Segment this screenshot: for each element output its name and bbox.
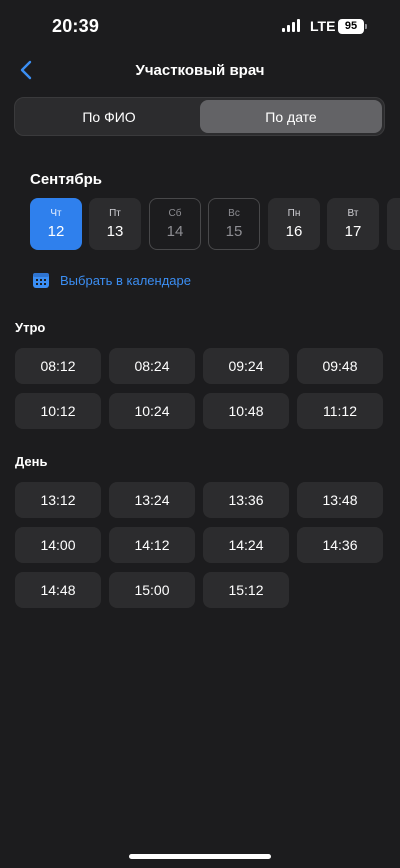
choose-in-calendar-link[interactable]: Выбрать в календаре: [32, 269, 191, 291]
section-title-day: День: [15, 454, 48, 469]
day-weekday: Пн: [287, 208, 301, 219]
day-item[interactable]: Чт 12: [30, 198, 82, 250]
page-title: Участковый врач: [135, 62, 265, 79]
time-slot[interactable]: 13:12: [15, 482, 101, 518]
home-indicator[interactable]: [129, 854, 271, 859]
time-slot[interactable]: 11:12: [297, 393, 383, 429]
calendar-link-label: Выбрать в календаре: [60, 272, 191, 288]
day-item: Вс 15: [208, 198, 260, 250]
time-slot[interactable]: 13:36: [203, 482, 289, 518]
time-slot[interactable]: 09:48: [297, 348, 383, 384]
day-weekday: Вс: [228, 208, 240, 219]
status-time: 20:39: [52, 16, 100, 36]
day-item[interactable]: Пн 16: [268, 198, 320, 250]
time-slot[interactable]: 10:24: [109, 393, 195, 429]
search-mode-segmented-control: По ФИО По дате: [14, 97, 385, 136]
battery-level: 95: [344, 20, 358, 32]
time-slot[interactable]: 08:24: [109, 348, 195, 384]
time-slot[interactable]: 13:48: [297, 482, 383, 518]
day-picker: Чт 12 Пт 13 Сб 14 Вс 15 Пн 16 Вт 17: [30, 198, 400, 250]
time-slot[interactable]: 14:12: [109, 527, 195, 563]
time-slot[interactable]: 13:24: [109, 482, 195, 518]
day-number: 17: [344, 223, 362, 240]
time-slot[interactable]: 08:12: [15, 348, 101, 384]
day-weekday: Вт: [347, 208, 359, 219]
segment-by-name[interactable]: По ФИО: [18, 100, 200, 133]
day-number: 14: [166, 223, 184, 240]
day-number: 13: [106, 223, 124, 240]
month-title: Сентябрь: [30, 171, 102, 188]
day-item[interactable]: Вт 17: [327, 198, 379, 250]
day-number: 16: [285, 223, 303, 240]
morning-slots: 08:12 08:24 09:24 09:48 10:12 10:24 10:4…: [15, 348, 385, 430]
battery-icon: 95: [338, 19, 367, 34]
time-slot[interactable]: 15:00: [109, 572, 195, 608]
section-title-morning: Утро: [15, 320, 46, 335]
day-slots: 13:12 13:24 13:36 13:48 14:00 14:12 14:2…: [15, 482, 385, 609]
calendar-icon: [33, 273, 49, 288]
day-item[interactable]: Пт 13: [89, 198, 141, 250]
time-slot[interactable]: 14:24: [203, 527, 289, 563]
day-weekday: Чт: [50, 208, 62, 219]
day-item: Сб 14: [149, 198, 201, 250]
network-type: LTE: [310, 18, 336, 34]
day-number: 15: [225, 223, 243, 240]
day-number: 12: [47, 223, 65, 240]
time-slot[interactable]: 14:00: [15, 527, 101, 563]
day-item-partial[interactable]: [387, 198, 400, 250]
day-weekday: Пт: [109, 208, 121, 219]
time-slot[interactable]: 09:24: [203, 348, 289, 384]
day-weekday: Сб: [168, 208, 182, 219]
segment-by-date[interactable]: По дате: [200, 100, 382, 133]
time-slot[interactable]: 10:48: [203, 393, 289, 429]
time-slot[interactable]: 14:48: [15, 572, 101, 608]
status-bar: 20:39 LTE 95: [0, 0, 400, 54]
time-slot[interactable]: 10:12: [15, 393, 101, 429]
time-slot[interactable]: 15:12: [203, 572, 289, 608]
time-slot[interactable]: 14:36: [297, 527, 383, 563]
signal-icon: [282, 19, 302, 32]
